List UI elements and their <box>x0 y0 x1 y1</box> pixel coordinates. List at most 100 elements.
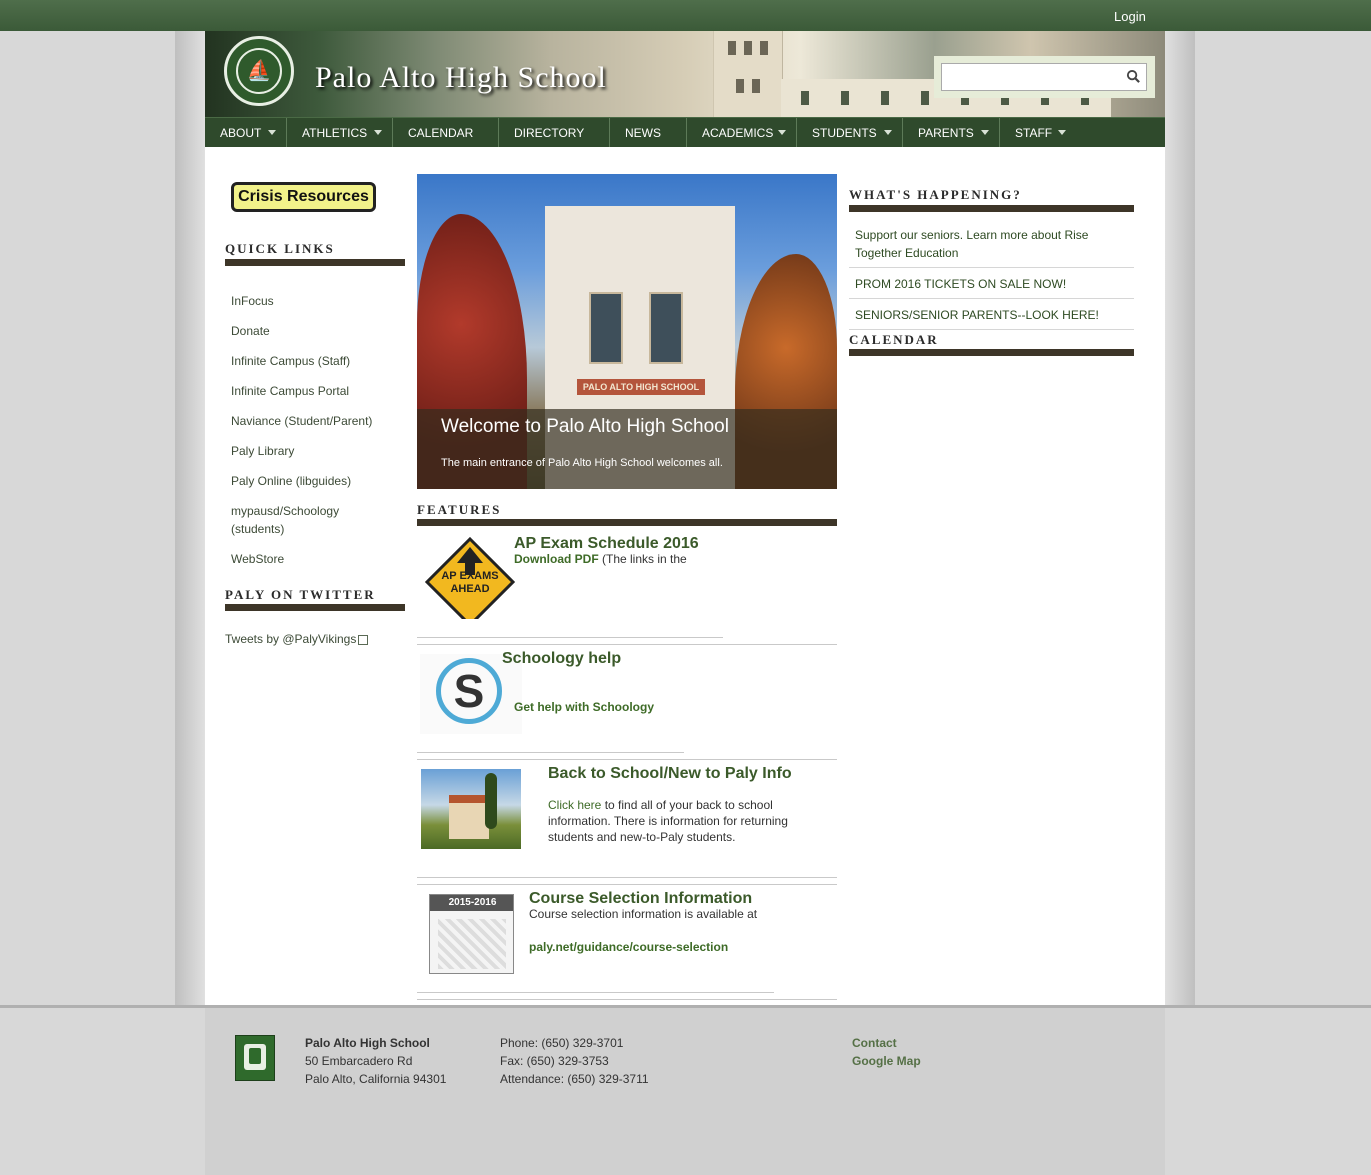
calendar-title: CALENDAR <box>849 332 939 347</box>
chevron-down-icon <box>374 130 382 135</box>
catalog-pattern <box>438 919 506 969</box>
crest-emblem <box>249 1048 261 1064</box>
nav-item-students[interactable]: STUDENTS <box>797 118 903 148</box>
divider <box>417 752 684 753</box>
site-title[interactable]: Palo Alto High School <box>315 61 607 95</box>
main-nav: ABOUT ATHLETICS CALENDAR DIRECTORY NEWS … <box>205 117 1165 148</box>
search-box <box>934 56 1155 98</box>
nav-item-athletics[interactable]: ATHLETICS <box>287 118 393 148</box>
footer-address-line2: Palo Alto, California 94301 <box>305 1072 447 1086</box>
schoology-feature-title[interactable]: Schoology help <box>502 650 621 668</box>
school-logo-seal[interactable]: ⛵ <box>224 36 294 106</box>
footer-contact-link[interactable]: Contact <box>852 1036 897 1050</box>
hero-slideshow[interactable]: PALO ALTO HIGH SCHOOL Welcome to Palo Al… <box>417 174 837 489</box>
happening-item-rise-together[interactable]: Support our seniors. Learn more about Ri… <box>855 226 1125 262</box>
nav-label: PARENTS <box>918 126 974 140</box>
whats-happening-title: WHAT'S HAPPENING? <box>849 187 1022 202</box>
nav-item-academics[interactable]: ACADEMICS <box>687 118 797 148</box>
nav-label: STAFF <box>1015 126 1053 140</box>
school-building-thumb <box>449 795 489 839</box>
tree-thumb <box>485 773 497 829</box>
nav-label: ABOUT <box>220 126 262 140</box>
footer-attendance: Attendance: (650) 329-3711 <box>500 1072 649 1086</box>
footer-google-map-link[interactable]: Google Map <box>852 1054 921 1068</box>
site-header: ⛵ Palo Alto High School <box>205 31 1165 117</box>
chevron-down-icon <box>268 130 276 135</box>
nav-item-news[interactable]: NEWS <box>610 118 687 148</box>
quick-link-webstore[interactable]: WebStore <box>231 550 391 568</box>
quick-link-infinite-campus-staff[interactable]: Infinite Campus (Staff) <box>231 352 391 370</box>
quick-links-title: QUICK LINKS <box>225 241 335 256</box>
chevron-down-icon <box>884 130 892 135</box>
nav-item-staff[interactable]: STAFF <box>1000 118 1080 148</box>
ap-feature-body: Download PDF (The links in the <box>514 551 814 567</box>
search-icon[interactable] <box>1126 69 1141 84</box>
divider <box>417 884 837 885</box>
back-to-school-body: Click here to find all of your back to s… <box>548 797 808 845</box>
section-rule <box>225 259 405 266</box>
login-link[interactable]: Login <box>1114 9 1146 24</box>
section-rule <box>849 349 1134 356</box>
external-link-icon <box>358 634 369 645</box>
chevron-down-icon <box>778 130 786 135</box>
crisis-resources-button[interactable]: Crisis Resources <box>231 182 376 212</box>
ap-sign-text: AP EXAMS AHEAD <box>441 570 499 595</box>
quick-link-donate[interactable]: Donate <box>231 322 391 340</box>
ap-feature-text: (The links in the <box>598 552 687 566</box>
nav-label: CALENDAR <box>408 126 474 140</box>
ap-download-link[interactable]: Download PDF <box>514 552 599 566</box>
course-catalog-year: 2015-2016 <box>430 895 513 911</box>
divider <box>849 298 1134 299</box>
window <box>589 292 623 364</box>
hero-caption-text: The main entrance of Palo Alto High Scho… <box>441 457 723 469</box>
hero-caption-title: Welcome to Palo Alto High School <box>441 416 729 437</box>
divider <box>417 637 723 638</box>
school-crest-icon <box>235 1035 275 1081</box>
window <box>649 292 683 364</box>
twitter-link[interactable]: Tweets by @PalyVikings <box>225 632 369 646</box>
happening-item-prom-tickets[interactable]: PROM 2016 TICKETS ON SALE NOW! <box>855 275 1125 293</box>
divider <box>849 267 1134 268</box>
nav-label: ACADEMICS <box>702 126 774 140</box>
quick-link-infinite-campus-portal[interactable]: Infinite Campus Portal <box>231 382 391 400</box>
footer-address-line1: 50 Embarcadero Rd <box>305 1054 413 1068</box>
schoology-help-link[interactable]: Get help with Schoology <box>514 700 654 714</box>
happening-item-seniors[interactable]: SENIORS/SENIOR PARENTS--LOOK HERE! <box>855 306 1125 324</box>
nav-label: DIRECTORY <box>514 126 585 140</box>
quick-link-schoology[interactable]: mypausd/Schoology (students) <box>231 502 361 538</box>
footer-school-name: Palo Alto High School <box>305 1036 430 1050</box>
quick-link-paly-online[interactable]: Paly Online (libguides) <box>231 472 391 490</box>
search-input[interactable] <box>941 63 1147 91</box>
nav-item-about[interactable]: ABOUT <box>205 118 287 148</box>
divider <box>417 759 837 760</box>
section-rule <box>417 519 837 526</box>
chevron-down-icon <box>981 130 989 135</box>
back-to-school-link[interactable]: Click here <box>548 798 601 812</box>
nav-item-directory[interactable]: DIRECTORY <box>499 118 610 148</box>
nav-label: ATHLETICS <box>302 126 368 140</box>
course-catalog-image: 2015-2016 <box>429 894 514 974</box>
quick-link-paly-library[interactable]: Paly Library <box>231 442 391 460</box>
back-to-school-image <box>421 769 521 849</box>
divider <box>417 999 837 1000</box>
divider <box>849 329 1134 330</box>
quick-link-infocus[interactable]: InFocus <box>231 292 391 310</box>
course-selection-link[interactable]: paly.net/guidance/course-selection <box>529 940 728 954</box>
ship-icon: ⛵ <box>236 48 282 94</box>
schoology-icon: S <box>436 658 502 724</box>
divider <box>417 992 774 993</box>
back-to-school-title[interactable]: Back to School/New to Paly Info <box>548 765 792 783</box>
nav-item-calendar[interactable]: CALENDAR <box>393 118 499 148</box>
footer-phone: Phone: (650) 329-3701 <box>500 1036 624 1050</box>
building-sign: PALO ALTO HIGH SCHOOL <box>577 379 705 395</box>
divider <box>417 644 837 645</box>
twitter-link-label: Tweets by @PalyVikings <box>225 632 357 646</box>
nav-item-parents[interactable]: PARENTS <box>903 118 1000 148</box>
footer-fax: Fax: (650) 329-3753 <box>500 1054 609 1068</box>
nav-label: STUDENTS <box>812 126 877 140</box>
section-rule <box>225 604 405 611</box>
quick-link-naviance[interactable]: Naviance (Student/Parent) <box>231 412 391 430</box>
chevron-down-icon <box>1058 130 1066 135</box>
divider <box>417 877 837 878</box>
course-selection-text: Course selection information is availabl… <box>529 907 758 921</box>
